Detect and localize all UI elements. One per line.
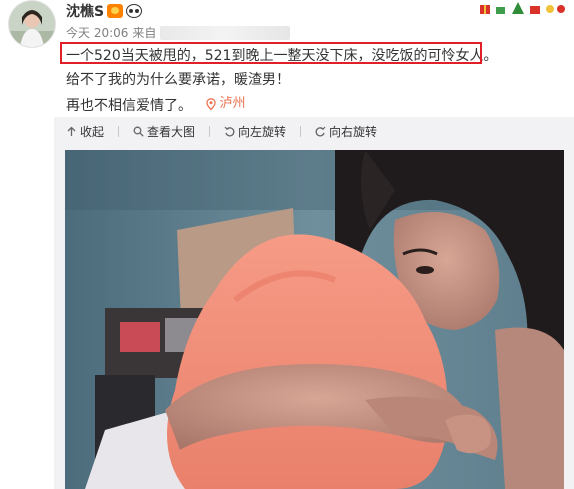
toolbar-divider	[209, 126, 211, 137]
toolbar-divider	[300, 126, 302, 137]
rotate-left-button[interactable]: 向左旋转	[224, 123, 286, 140]
view-large-label: 查看大图	[147, 125, 196, 139]
vip-badge-icon[interactable]	[107, 4, 124, 18]
panda-badge-icon[interactable]	[126, 4, 143, 18]
avatar[interactable]	[8, 0, 56, 48]
location-pin-icon	[206, 98, 217, 110]
post-text-line-3-text: 再也不相信爱情了。	[66, 98, 192, 114]
collapse-label: 收起	[80, 125, 105, 139]
post-time[interactable]: 今天 20:06	[66, 24, 128, 41]
post-text-line-2: 给不了我的为什么要承诺，暖渣男！	[66, 72, 290, 88]
location-label: 泸州	[219, 96, 246, 111]
rotate-right-icon	[315, 126, 326, 137]
rotate-left-label: 向左旋转	[238, 125, 287, 139]
post-source-blurred	[160, 25, 291, 40]
festive-decoration	[478, 0, 566, 14]
post-text-line-1: 一个520当天被甩的，521到晚上一整天没下床，没吃饭的可怜女人。	[66, 48, 498, 64]
rotate-left-icon	[224, 126, 235, 137]
rotate-right-button[interactable]: 向右旋转	[315, 123, 377, 140]
rotate-right-label: 向右旋转	[329, 125, 378, 139]
magnifier-icon	[133, 126, 144, 137]
collapse-icon	[67, 126, 76, 136]
media-expanded-box: 收起 查看大图 向左旋转 向右旋转	[54, 117, 574, 489]
post-text-line-3: 再也不相信爱情了。 泸州	[66, 92, 566, 116]
location-link[interactable]: 泸州	[206, 92, 245, 116]
view-large-button[interactable]: 查看大图	[133, 123, 195, 140]
post-source-prefix: 来自	[132, 26, 157, 40]
post-content: 一个520当天被甩的，521到晚上一整天没下床，没吃饭的可怜女人。 给不了我的为…	[66, 44, 566, 116]
toolbar-divider	[118, 126, 120, 137]
username-row: 沈樵S	[66, 1, 143, 21]
collapse-button[interactable]: 收起	[66, 123, 104, 140]
media-toolbar: 收起 查看大图 向左旋转 向右旋转	[66, 123, 377, 140]
post-meta: 今天 20:06 来自	[66, 24, 291, 41]
post-photo[interactable]	[65, 150, 564, 489]
username-link[interactable]: 沈樵S	[66, 1, 104, 21]
